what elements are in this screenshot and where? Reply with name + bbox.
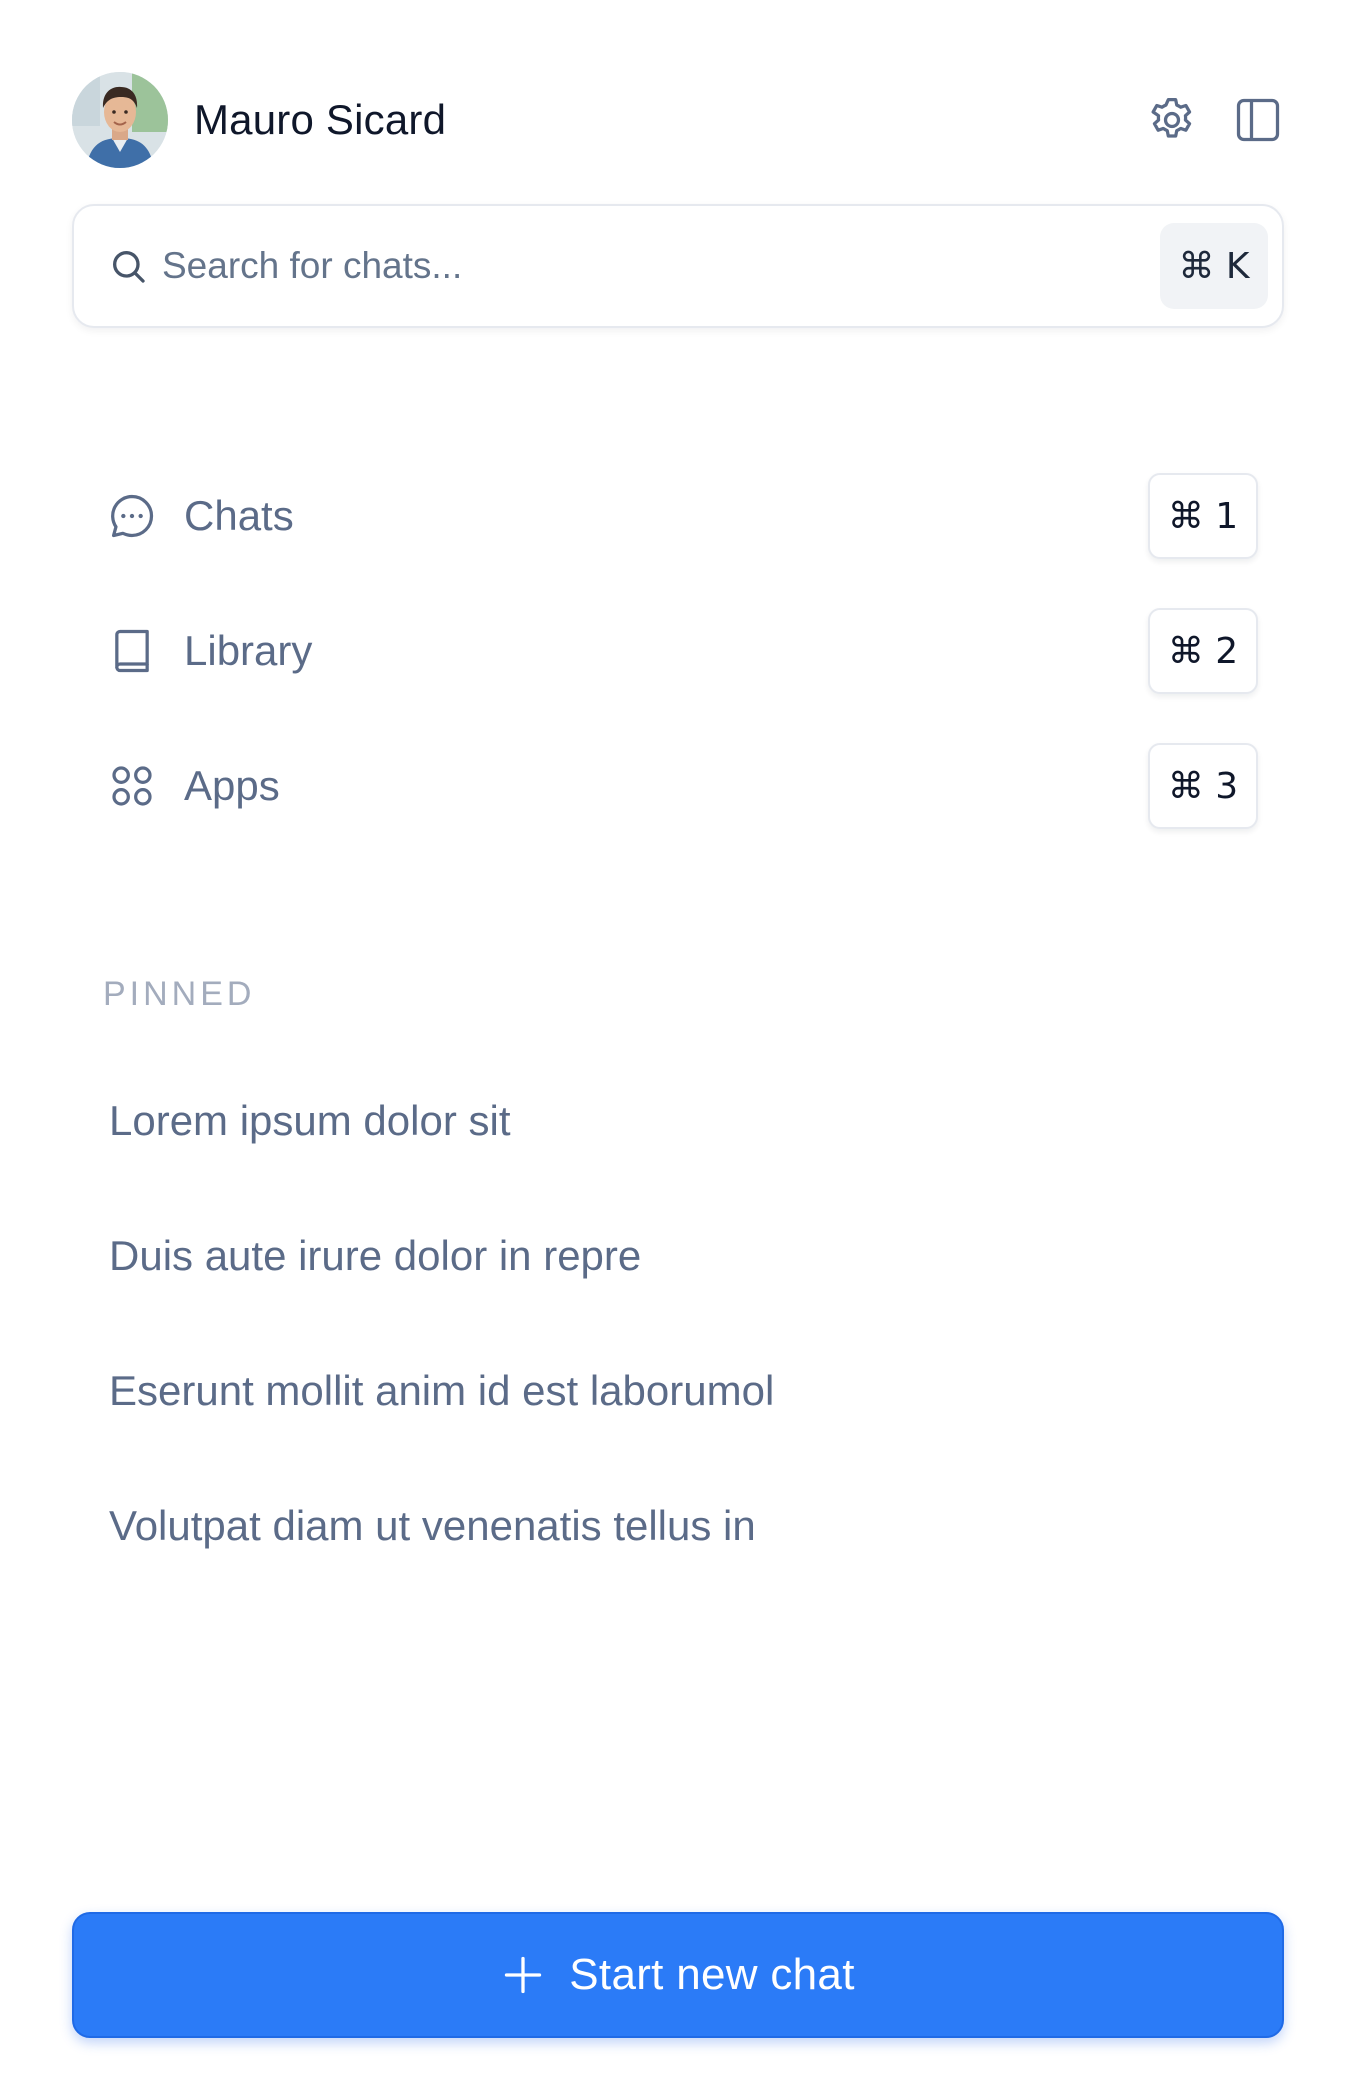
- search-icon: [113, 250, 145, 283]
- pinned-list: Lorem ipsum dolor sit Duis aute irure do…: [72, 1066, 1258, 1606]
- pinned-item[interactable]: Eserunt mollit anim id est laborumol: [72, 1336, 1258, 1446]
- main-nav: Chats ⌘ 1 Library ⌘ 2 Apps ⌘ 3: [72, 461, 1258, 866]
- start-new-chat-label: Start new chat: [569, 1950, 855, 1999]
- nav-item-library[interactable]: Library ⌘ 2: [72, 596, 1258, 706]
- pinned-item[interactable]: Volutpat diam ut venenatis tellus in: [72, 1471, 1258, 1581]
- nav-item-apps[interactable]: Apps ⌘ 3: [72, 731, 1258, 841]
- user-name: Mauro Sicard: [194, 96, 447, 143]
- search-input[interactable]: [162, 245, 1160, 287]
- nav-label: Chats: [184, 492, 294, 539]
- shortcut-badge: ⌘ 3: [1148, 743, 1258, 829]
- nav-label: Library: [184, 627, 313, 674]
- shortcut-badge: ⌘ 1: [1148, 473, 1258, 559]
- header-actions: [1146, 94, 1284, 146]
- book-icon: [115, 629, 149, 673]
- chat-bubble-icon: [111, 494, 154, 538]
- gear-icon: [1151, 98, 1192, 138]
- pinned-item[interactable]: Duis aute irure dolor in repre: [72, 1201, 1258, 1311]
- avatar[interactable]: [72, 72, 168, 168]
- settings-button[interactable]: [1146, 94, 1198, 146]
- search-shortcut-badge: ⌘ K: [1160, 223, 1268, 309]
- sidebar-toggle-icon: [1236, 98, 1280, 142]
- shortcut-badge: ⌘ 2: [1148, 608, 1258, 694]
- sidebar: Mauro Sicard ⌘ K: [0, 0, 1356, 2082]
- toggle-sidebar-button[interactable]: [1232, 94, 1284, 146]
- nav-item-chats[interactable]: Chats ⌘ 1: [72, 461, 1258, 571]
- nav-label: Apps: [184, 762, 280, 809]
- sidebar-header: Mauro Sicard: [72, 72, 1284, 168]
- search-box: ⌘ K: [72, 204, 1284, 328]
- pinned-heading: PINNED: [103, 975, 256, 1013]
- apps-grid-icon: [112, 766, 152, 806]
- pinned-item[interactable]: Lorem ipsum dolor sit: [72, 1066, 1258, 1176]
- plus-icon: [505, 1956, 542, 1994]
- start-new-chat-button[interactable]: Start new chat: [72, 1912, 1284, 2038]
